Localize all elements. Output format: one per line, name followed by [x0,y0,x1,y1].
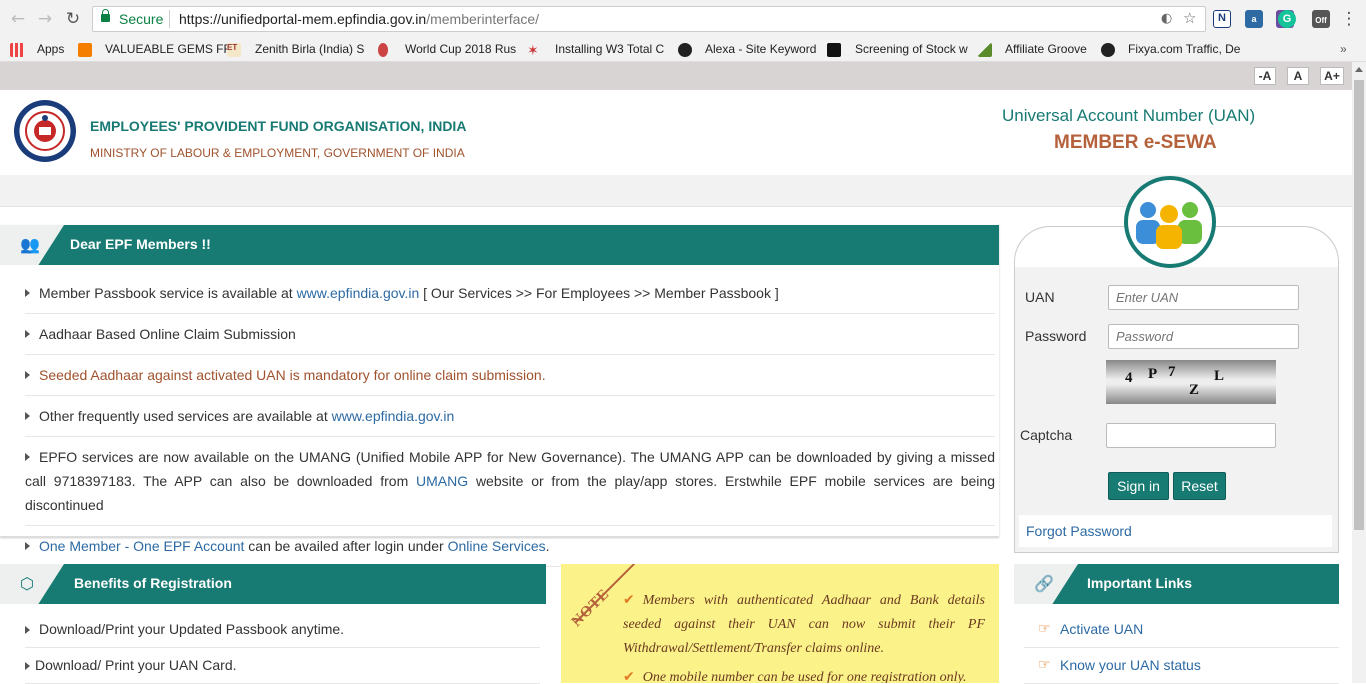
uan-title: Universal Account Number (UAN) [1002,106,1256,125]
uan-label: UAN [1025,289,1055,305]
umang-link[interactable]: UMANG [416,473,468,489]
note-panel: NOTE ✔Members with authenticated Aadhaar… [561,564,999,683]
fixya-icon [1101,43,1115,57]
check-icon: ✔ [623,592,635,608]
font-increase-button[interactable]: A+ [1320,67,1344,85]
page-scrollbar[interactable] [1352,62,1366,683]
w3-icon: ✶ [527,42,539,58]
news-item: Aadhaar Based Online Claim Submission [25,314,995,355]
check-icon: ✔ [623,669,635,683]
pointing-hand-icon: ☞ [1038,657,1051,673]
one-member-link[interactable]: One Member - One EPF Account [39,538,244,554]
bookmark-fixya[interactable]: Fixya.com Traffic, De [1128,42,1240,56]
note-text: ✔ Members with authenticated Aadhaar and … [623,592,985,683]
tsr-icon [827,43,841,57]
news-item: Member Passbook service is available at … [25,273,995,314]
epfindia-link[interactable]: www.epfindia.gov.in [297,285,420,301]
a-extension-icon[interactable]: a [1245,10,1263,28]
password-input[interactable] [1108,324,1299,349]
affiliate-groove-icon [978,43,992,57]
news-list: Member Passbook service is available at … [25,273,995,567]
blogger-icon [78,43,92,57]
epfindia-link[interactable]: www.epfindia.gov.in [332,408,455,424]
activate-uan-link[interactable]: ☞ Activate UAN [1024,612,1339,648]
news-item: EPFO services are now available on the U… [25,437,995,526]
bookmark-world-cup[interactable]: World Cup 2018 Rus [405,42,516,56]
blocked-popup-icon[interactable]: ◐ [1161,11,1172,26]
bookmark-affiliate-groove[interactable]: Affiliate Groove [1005,42,1087,56]
benefits-panel-title: Benefits of Registration [74,575,232,591]
org-name: EMPLOYEES' PROVIDENT FUND ORGANISATION, … [90,118,467,134]
captcha-image: 4 P 7 Z L [1106,360,1276,404]
off-extension-icon[interactable]: Off [1312,10,1330,28]
password-label: Password [1025,328,1087,344]
grammarly-icon[interactable]: G [1278,10,1296,28]
member-esewa-title: MEMBER e-SEWA [1054,132,1217,153]
boxes-icon: ⬡ [20,574,34,593]
browser-toolbar: ← → ↻ Secure https://unifiedportal-mem.e… [0,0,1366,38]
more-bookmarks-icon[interactable]: » [1340,42,1347,56]
members-panel-header: 👥 Dear EPF Members !! [0,225,999,265]
list-item: Download/Print your Updated Passbook any… [25,612,540,648]
bookmark-installing-w3[interactable]: Installing W3 Total C [555,42,664,56]
menu-icon[interactable]: ⋮ [1339,9,1359,29]
reset-button[interactable]: Reset [1173,472,1226,500]
news-item: Other frequently used services are avail… [25,396,995,437]
secure-label: Secure [119,11,164,27]
pointing-hand-icon: ☞ [1038,621,1051,637]
forward-icon[interactable]: → [35,9,55,29]
links-panel-header: 🔗 Important Links [1014,564,1339,604]
bookmark-zenith-birla[interactable]: Zenith Birla (India) S [255,42,364,56]
users-group-icon [1124,176,1216,268]
scroll-thumb[interactable] [1354,80,1364,530]
news-item: One Member - One EPF Account can be avai… [25,526,995,567]
news-item: Seeded Aadhaar against activated UAN is … [25,355,995,396]
bookmarks-bar: Apps VALUEABLE GEMS FF ET Zenith Birla (… [0,38,1366,62]
address-bar[interactable]: Secure https://unifiedportal-mem.epfindi… [92,6,1206,32]
benefits-list: Download/Print your Updated Passbook any… [25,612,540,684]
list-item: Download/ Print your UAN Card. [25,648,540,684]
font-decrease-button[interactable]: -A [1254,67,1276,85]
reload-icon[interactable]: ↻ [63,9,83,29]
forgot-password-row: Forgot Password [1019,515,1332,547]
important-links-list: ☞ Activate UAN ☞ Know your UAN status [1024,612,1339,684]
epfo-logo [14,100,76,162]
font-size-bar: -A A A+ [0,62,1352,90]
site-header: EMPLOYEES' PROVIDENT FUND ORGANISATION, … [0,90,1352,175]
link-icon: 🔗 [1034,574,1054,593]
font-normal-button[interactable]: A [1287,67,1309,85]
links-panel-title: Important Links [1087,575,1193,591]
benefits-panel-header: ⬡ Benefits of Registration [0,564,546,604]
alexa-icon [678,43,692,57]
captcha-label: Captcha [1020,427,1073,443]
apps-icon [10,43,24,57]
captcha-input[interactable] [1106,423,1276,448]
online-services-link[interactable]: Online Services [448,538,546,554]
n-extension-icon[interactable]: N [1213,10,1231,28]
forgot-password-link[interactable]: Forgot Password [1026,523,1132,539]
url-text[interactable]: https://unifiedportal-mem.epfindia.gov.i… [179,11,539,27]
bookmark-valueable-gems[interactable]: VALUEABLE GEMS FF [105,42,231,56]
bookmark-alexa[interactable]: Alexa - Site Keyword [705,42,816,56]
bookmark-apps[interactable]: Apps [37,42,64,56]
lock-icon [101,9,110,22]
trophy-icon [378,43,388,57]
back-icon[interactable]: ← [8,9,28,29]
benefits-panel: ⬡ Benefits of Registration Download/Prin… [0,564,546,684]
bookmark-screening-stock[interactable]: Screening of Stock w [855,42,968,56]
ministry-name: MINISTRY OF LABOUR & EMPLOYMENT, GOVERNM… [90,146,465,160]
users-icon: 👥 [20,235,40,254]
know-uan-status-link[interactable]: ☞ Know your UAN status [1024,648,1339,684]
members-panel-title: Dear EPF Members !! [70,236,211,252]
sign-in-button[interactable]: Sign in [1108,472,1169,500]
et-icon: ET [227,43,241,57]
members-news-panel: 👥 Dear EPF Members !! Member Passbook se… [0,225,999,567]
bookmark-star-icon[interactable]: ☆ [1183,9,1196,27]
uan-input[interactable] [1108,285,1299,310]
